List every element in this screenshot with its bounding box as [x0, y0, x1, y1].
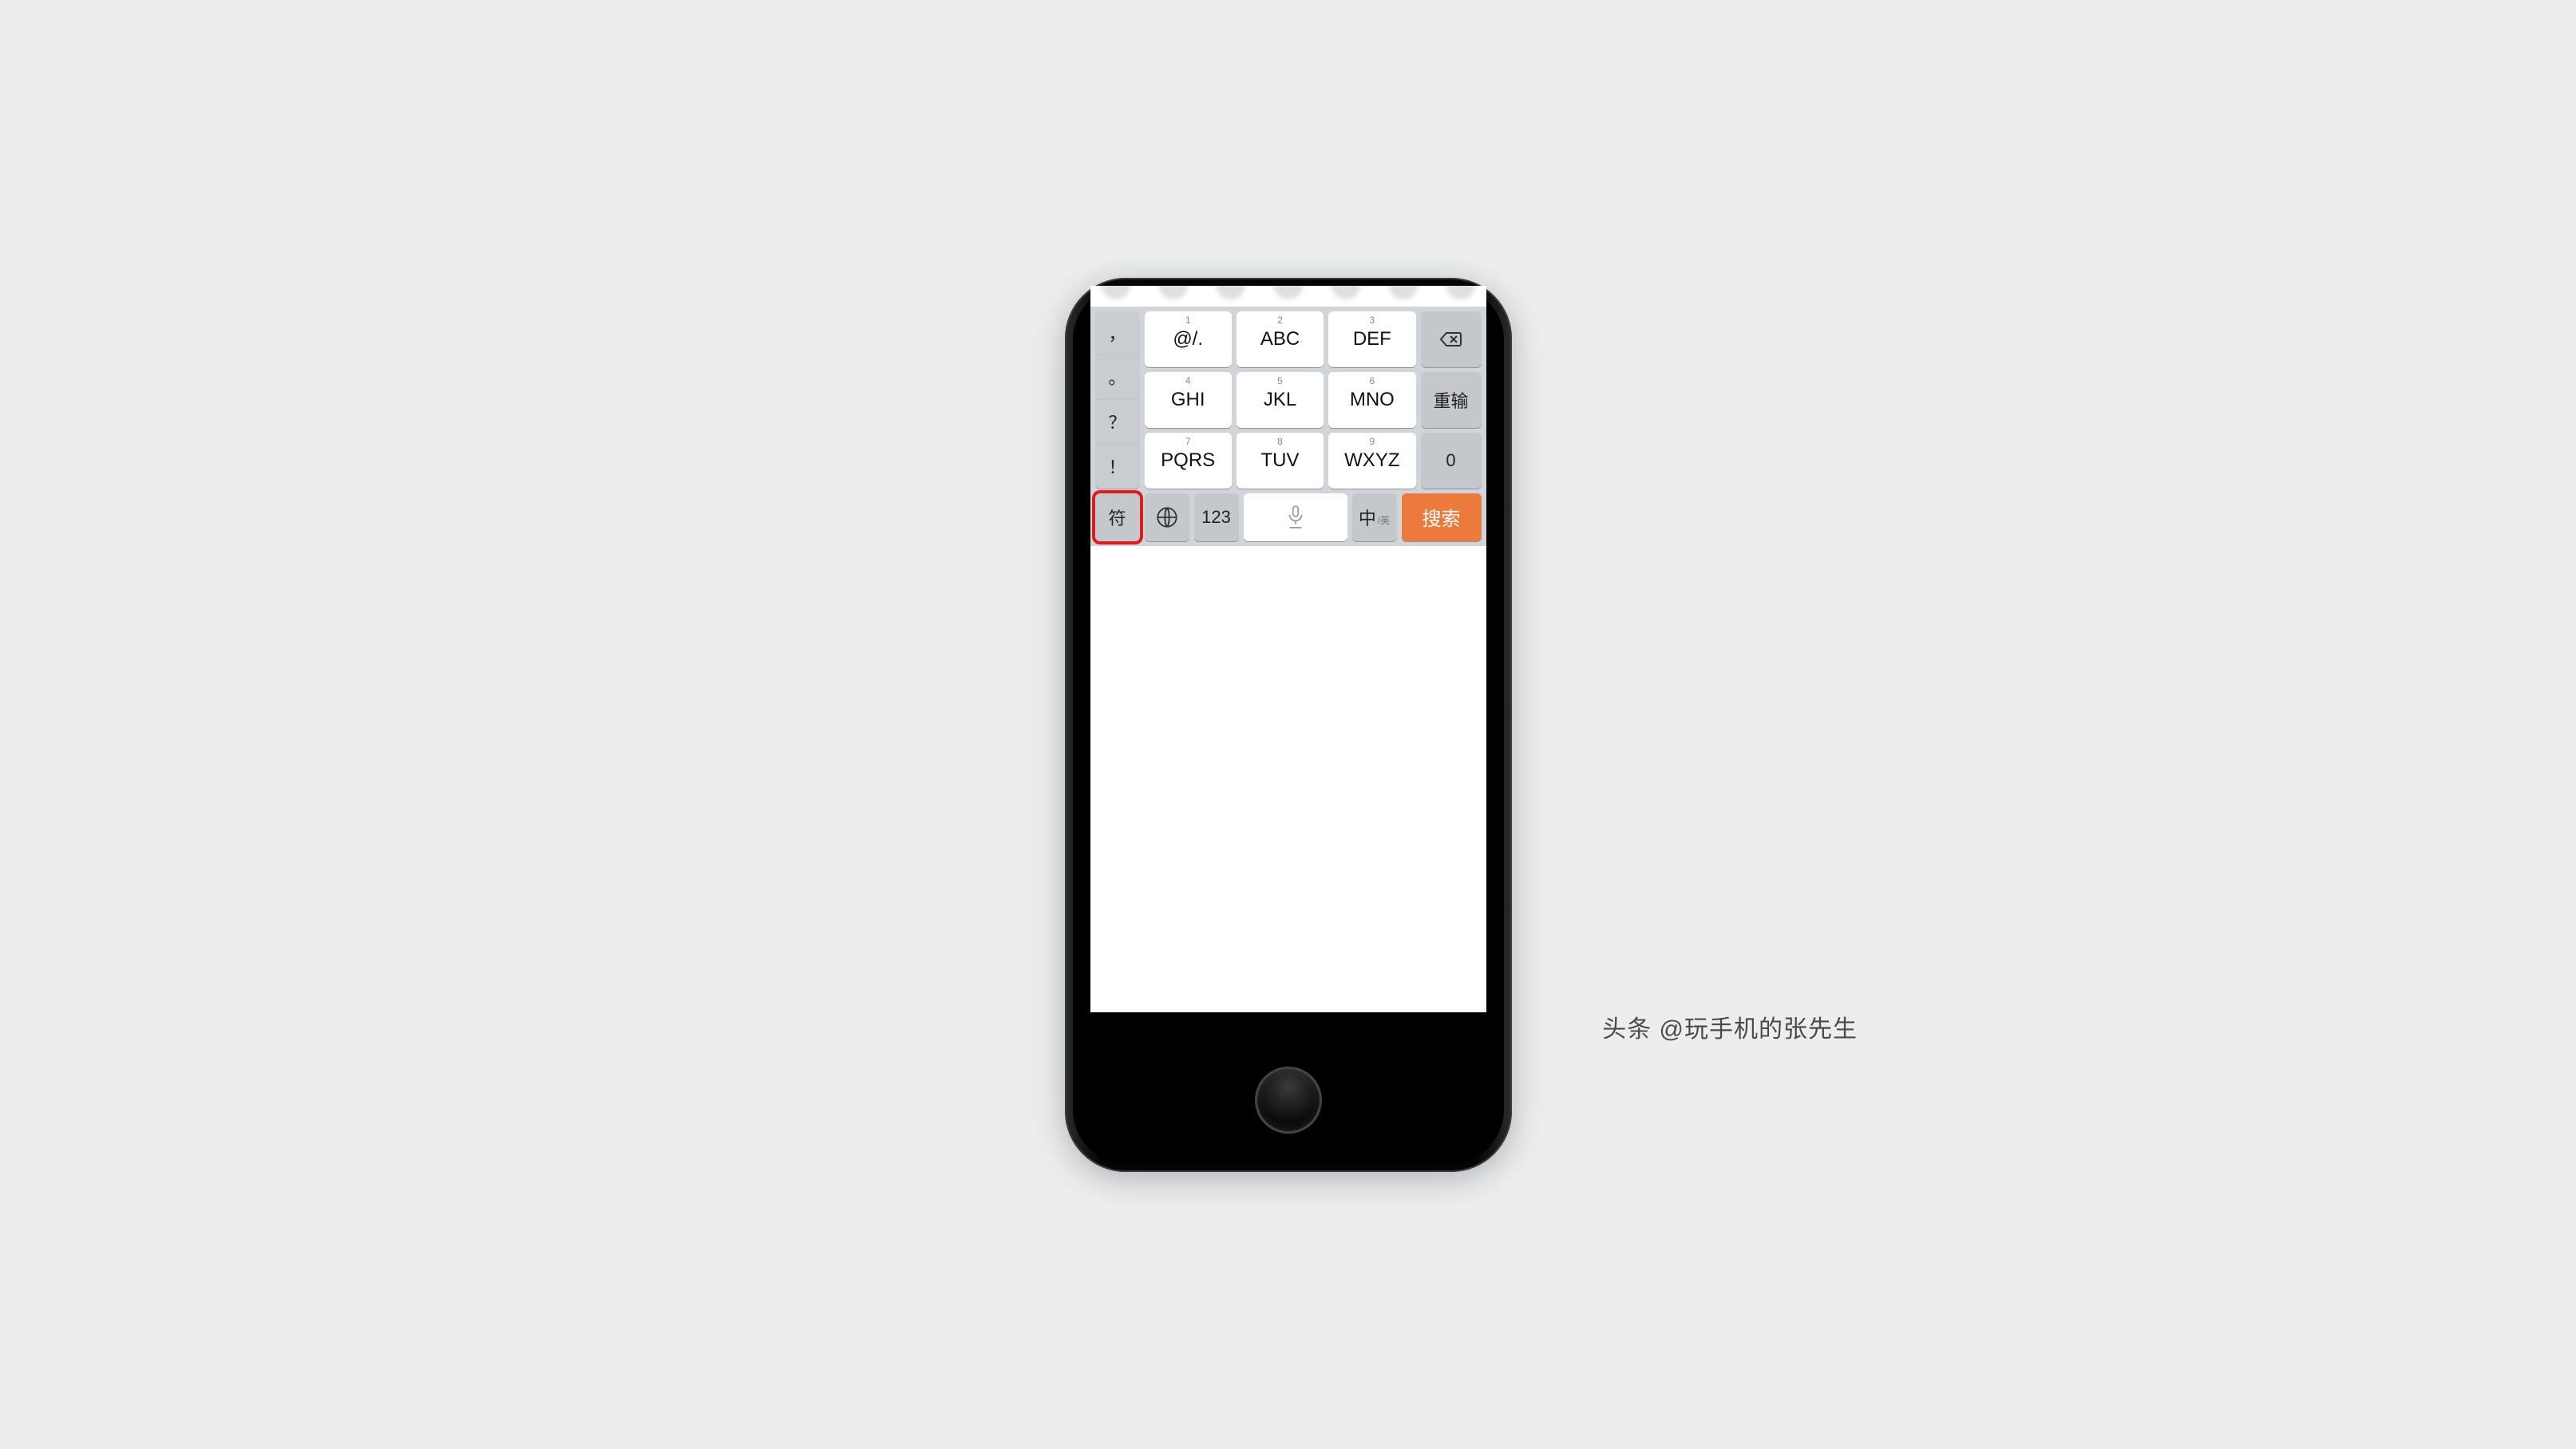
- key-symbols[interactable]: 符: [1095, 493, 1140, 541]
- key-1[interactable]: 1 @/.: [1145, 311, 1232, 367]
- key-label: WXYZ: [1344, 449, 1399, 472]
- keyboard: ， 。 ？ ！ 1 @/. 2 ABC 3 DEF: [1090, 307, 1486, 546]
- key-digit: 9: [1369, 436, 1375, 447]
- lang-sub: /英: [1378, 513, 1390, 527]
- key-period[interactable]: 。: [1095, 355, 1140, 400]
- key-digit: 8: [1277, 436, 1283, 447]
- key-digit: 7: [1185, 436, 1191, 447]
- toolbar-item[interactable]: [1217, 286, 1245, 299]
- watermark: 头条 @玩手机的张先生: [1602, 1009, 1858, 1044]
- key-search[interactable]: 搜索: [1402, 493, 1482, 541]
- globe-icon: [1156, 506, 1178, 529]
- key-label: MNO: [1350, 389, 1395, 411]
- key-8[interactable]: 8 TUV: [1237, 433, 1324, 489]
- key-7[interactable]: 7 PQRS: [1145, 433, 1232, 489]
- toolbar-item[interactable]: [1389, 286, 1418, 299]
- key-label: DEF: [1353, 328, 1391, 350]
- toolbar-item[interactable]: [1446, 286, 1475, 299]
- key-globe[interactable]: [1145, 493, 1189, 541]
- key-2[interactable]: 2 ABC: [1237, 311, 1324, 367]
- keyboard-main-grid: ， 。 ？ ！ 1 @/. 2 ABC 3 DEF: [1095, 311, 1482, 489]
- toolbar-item[interactable]: [1159, 286, 1188, 299]
- key-digit: 3: [1369, 315, 1375, 326]
- punct-column: ， 。 ？ ！: [1095, 311, 1140, 489]
- lang-main: 中: [1359, 505, 1376, 530]
- phone-bezel: 锁定备忘录 含核对清单的备忘录: [1073, 286, 1504, 1164]
- key-digit: 1: [1185, 315, 1191, 326]
- keyboard-bottom-row: 符 123: [1095, 493, 1482, 541]
- key-5[interactable]: 5 JKL: [1237, 372, 1324, 428]
- key-label: PQRS: [1161, 449, 1215, 472]
- key-6[interactable]: 6 MNO: [1328, 372, 1415, 428]
- key-question[interactable]: ？: [1095, 400, 1140, 445]
- key-9[interactable]: 9 WXYZ: [1328, 433, 1415, 489]
- key-digit: 6: [1369, 375, 1375, 386]
- key-space-mic[interactable]: [1244, 493, 1347, 541]
- key-exclaim[interactable]: ！: [1095, 444, 1140, 489]
- notes-app-content: 锁定备忘录 含核对清单的备忘录: [1090, 286, 1486, 1012]
- key-label: JKL: [1264, 389, 1296, 411]
- phone-frame: 锁定备忘录 含核对清单的备忘录: [1065, 278, 1512, 1172]
- key-label: ABC: [1260, 328, 1300, 350]
- backspace-icon: [1439, 331, 1463, 348]
- phone-screen: 锁定备忘录 含核对清单的备忘录: [1090, 286, 1486, 1012]
- stage: 锁定备忘录 含核对清单的备忘录: [707, 398, 1869, 1052]
- home-button[interactable]: [1255, 1067, 1322, 1134]
- toolbar-item[interactable]: [1332, 286, 1360, 299]
- key-language[interactable]: 中/英: [1352, 493, 1397, 541]
- key-numbers[interactable]: 123: [1194, 493, 1239, 541]
- key-digit: 2: [1277, 315, 1283, 326]
- keyboard-toolbar: [1090, 286, 1486, 307]
- key-label: @/.: [1173, 328, 1203, 350]
- key-digit: 5: [1277, 375, 1283, 386]
- mic-icon: [1285, 505, 1306, 529]
- key-backspace[interactable]: [1421, 311, 1482, 367]
- key-comma[interactable]: ，: [1095, 311, 1140, 356]
- key-retype[interactable]: 重输: [1421, 372, 1482, 428]
- toolbar-item[interactable]: [1102, 286, 1130, 299]
- key-digit: 4: [1185, 375, 1191, 386]
- toolbar-item[interactable]: [1274, 286, 1303, 299]
- key-4[interactable]: 4 GHI: [1145, 372, 1232, 428]
- key-zero[interactable]: 0: [1421, 433, 1482, 489]
- key-label: TUV: [1260, 449, 1299, 472]
- key-3[interactable]: 3 DEF: [1328, 311, 1415, 367]
- key-label: GHI: [1171, 389, 1205, 411]
